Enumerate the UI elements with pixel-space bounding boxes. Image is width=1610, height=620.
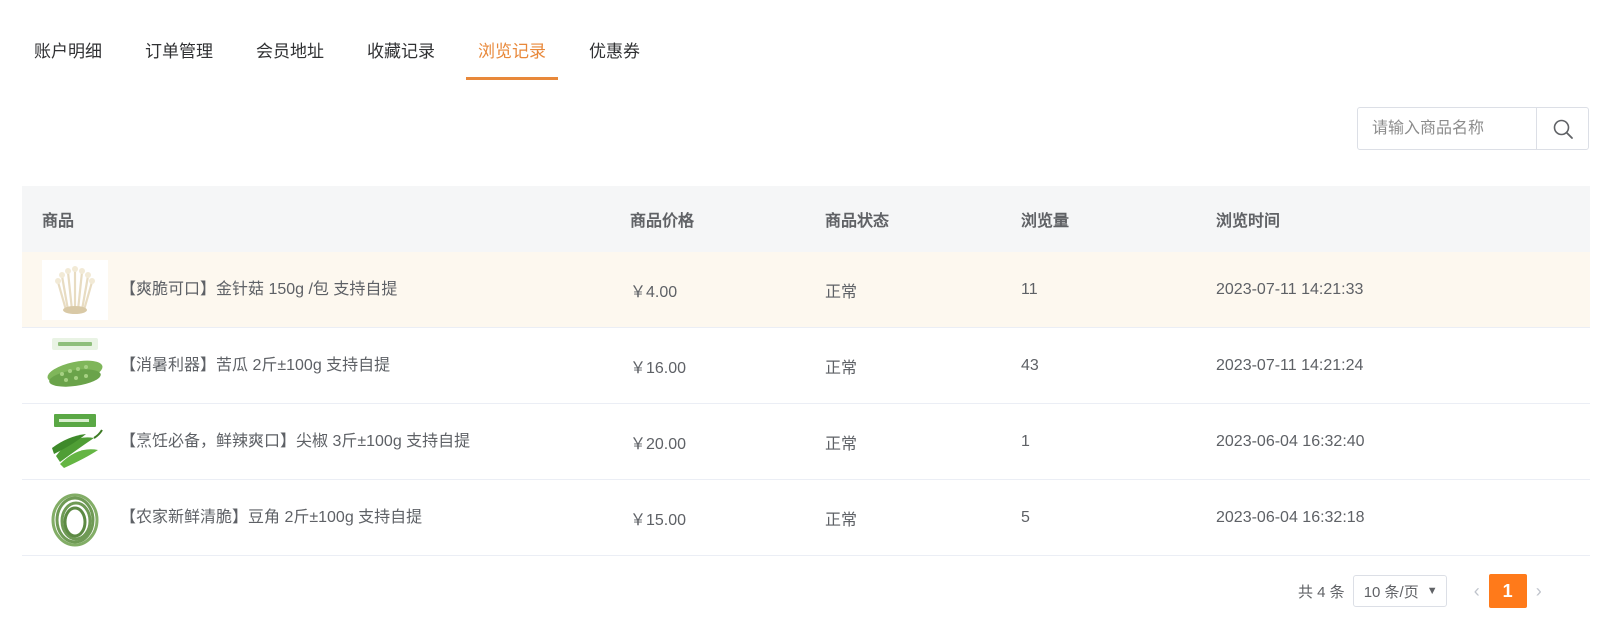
green-bean-image[interactable]	[42, 487, 108, 548]
search-icon	[1553, 119, 1573, 139]
header-price: 商品价格	[630, 213, 695, 230]
pagination: 共 4 条 10 条/页 ▼ ‹ 1 ›	[1298, 574, 1551, 608]
browse-time: 2023-06-04 16:32:40	[1216, 432, 1365, 450]
header-views: 浏览量	[1021, 213, 1070, 230]
tab-bar: 账户明细 订单管理 会员地址 收藏记录 浏览记录 优惠券	[22, 30, 671, 80]
header-time: 浏览时间	[1216, 213, 1281, 230]
table-row[interactable]: 【农家新鲜清脆】豆角 2斤±100g 支持自提 ￥15.00 正常 5 2023…	[22, 480, 1590, 556]
product-status: 正常	[825, 359, 858, 377]
next-page-button[interactable]: ›	[1527, 575, 1551, 607]
green-pepper-image[interactable]	[42, 411, 108, 472]
product-views: 43	[1021, 356, 1039, 374]
chevron-down-icon: ▼	[1426, 585, 1438, 597]
search-box	[1357, 107, 1589, 150]
tab-order-management[interactable]: 订单管理	[133, 30, 225, 80]
product-price: ￥20.00	[630, 435, 687, 453]
table-row[interactable]: 【爽脆可口】金针菇 150g /包 支持自提 ￥4.00 正常 11 2023-…	[22, 252, 1590, 328]
product-name[interactable]: 【烹饪必备，鲜辣爽口】尖椒 3斤±100g 支持自提	[120, 429, 480, 455]
tab-member-address[interactable]: 会员地址	[244, 30, 336, 80]
table-row[interactable]: 【消暑利器】苦瓜 2斤±100g 支持自提 ￥16.00 正常 43 2023-…	[22, 328, 1590, 404]
total-count: 共 4 条	[1298, 583, 1345, 601]
enoki-mushroom-image[interactable]	[42, 259, 108, 320]
tab-coupons[interactable]: 优惠券	[577, 30, 652, 80]
product-status: 正常	[825, 435, 858, 453]
header-status: 商品状态	[825, 213, 890, 230]
bitter-melon-image[interactable]	[42, 335, 108, 396]
search-input[interactable]	[1358, 108, 1536, 149]
page-size-select[interactable]: 10 条/页 ▼	[1352, 575, 1447, 607]
table-header: 商品 商品价格 商品状态 浏览量 浏览时间	[22, 186, 1590, 252]
product-price: ￥15.00	[630, 511, 687, 529]
tab-browse-history[interactable]: 浏览记录	[466, 30, 558, 80]
browse-history-table: 商品 商品价格 商品状态 浏览量 浏览时间 【爽脆可口】金针菇 150g /包 …	[22, 186, 1590, 556]
header-product: 商品	[42, 213, 75, 230]
product-cell: 【消暑利器】苦瓜 2斤±100g 支持自提	[22, 335, 630, 396]
product-price: ￥4.00	[630, 283, 678, 301]
browse-time: 2023-07-11 14:21:24	[1216, 356, 1364, 374]
product-cell: 【爽脆可口】金针菇 150g /包 支持自提	[22, 259, 630, 320]
product-views: 11	[1021, 280, 1038, 298]
page-size-value: 10 条/页	[1363, 583, 1419, 601]
tab-account-details[interactable]: 账户明细	[22, 30, 114, 80]
search-button[interactable]	[1536, 108, 1588, 149]
product-name[interactable]: 【爽脆可口】金针菇 150g /包 支持自提	[120, 277, 480, 303]
product-cell: 【农家新鲜清脆】豆角 2斤±100g 支持自提	[22, 487, 630, 548]
product-status: 正常	[825, 511, 858, 529]
product-cell: 【烹饪必备，鲜辣爽口】尖椒 3斤±100g 支持自提	[22, 411, 630, 472]
product-status: 正常	[825, 283, 858, 301]
table-row[interactable]: 【烹饪必备，鲜辣爽口】尖椒 3斤±100g 支持自提 ￥20.00 正常 1 2…	[22, 404, 1590, 480]
product-views: 1	[1021, 432, 1030, 450]
tab-favorites[interactable]: 收藏记录	[355, 30, 447, 80]
browse-time: 2023-06-04 16:32:18	[1216, 508, 1365, 526]
product-price: ￥16.00	[630, 359, 687, 377]
product-views: 5	[1021, 508, 1030, 526]
prev-page-button[interactable]: ‹	[1465, 575, 1489, 607]
page-number[interactable]: 1	[1488, 574, 1527, 608]
browse-time: 2023-07-11 14:21:33	[1216, 280, 1364, 298]
product-name[interactable]: 【消暑利器】苦瓜 2斤±100g 支持自提	[120, 353, 480, 379]
product-name[interactable]: 【农家新鲜清脆】豆角 2斤±100g 支持自提	[120, 505, 480, 531]
